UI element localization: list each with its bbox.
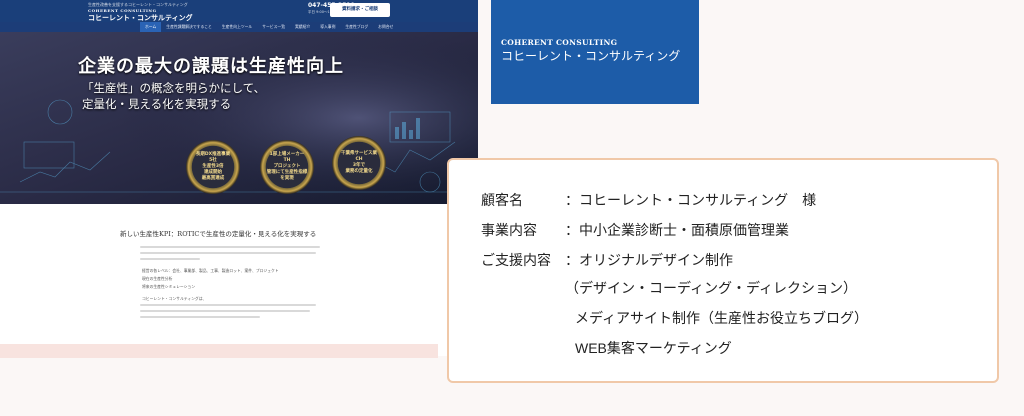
badge-text: 業務の定量化 xyxy=(345,168,373,174)
logo-card-en: COHERENT CONSULTING xyxy=(501,38,618,47)
text-line xyxy=(140,304,316,306)
support-label: ご支援内容 xyxy=(481,252,551,268)
support-value: メディアサイト制作（生産性お役立ちブログ） xyxy=(575,310,869,326)
achievement-badge: 千葉県サービス業 CH 3年で 業務の定量化 xyxy=(332,136,386,190)
content-heading: 新しい生産性KPI：ROTICで生産性の定量化・見える化を実現する xyxy=(120,230,317,238)
contact-button[interactable]: 資料請求・ご相談 xyxy=(330,3,390,17)
text-line xyxy=(140,252,316,254)
client-value: コヒーレント・コンサルティング 様 xyxy=(579,192,817,208)
nav-item[interactable]: お問合せ xyxy=(373,22,398,32)
client-label: 顧客名 xyxy=(481,192,523,208)
hero-subtitle-2: 定量化・見える化を実現する xyxy=(82,97,232,111)
site-nav: ホーム 生産性課題解決ですること 生産性向上ツール サービス一覧 実績紹介 導入… xyxy=(0,22,478,32)
site-tagline: 生産性改善を支援するコヒーレント・コンサルティング xyxy=(88,2,188,7)
content-footer-text: コヒーレント・コンサルティングは、 xyxy=(142,296,207,301)
project-info-box: 顧客名 ： コヒーレント・コンサルティング 様 事業内容 ： 中小企業診断士・面… xyxy=(447,158,999,383)
nav-item-home[interactable]: ホーム xyxy=(140,22,162,32)
support-value: WEB集客マーケティング xyxy=(575,340,732,356)
site-footer-strip xyxy=(0,344,438,358)
colon: ： xyxy=(565,222,579,238)
nav-item[interactable]: 導入事例 xyxy=(315,22,340,32)
nav-item[interactable]: サービス一覧 xyxy=(257,22,290,32)
achievement-badge: 長期DX推進事業 5社 生産性3倍 達成開始 最高賞達成 xyxy=(186,140,240,194)
hero-subtitle: 「生産性」の概念を明らかにして、 xyxy=(82,81,266,95)
nav-item[interactable]: 実績紹介 xyxy=(290,22,315,32)
nav-item[interactable]: 生産性ブログ xyxy=(340,22,373,32)
text-line xyxy=(140,316,260,318)
site-logo[interactable]: 生産性改善を支援するコヒーレント・コンサルティング COHERENT CONSU… xyxy=(88,2,193,23)
logo-card-jp: コヒーレント・コンサルティング xyxy=(501,49,681,63)
colon: ： xyxy=(565,252,579,268)
support-value: （デザイン・コーディング・ディレクション） xyxy=(565,280,858,296)
text-line xyxy=(140,246,320,248)
hero-banner: 企業の最大の課題は生産性向上 「生産性」の概念を明らかにして、 定量化・見える化… xyxy=(0,32,478,204)
text-line xyxy=(140,258,200,260)
support-value: オリジナルデザイン制作 xyxy=(579,252,733,268)
hero-title: 企業の最大の課題は生産性向上 xyxy=(78,56,344,77)
logo-card: COHERENT CONSULTING コヒーレント・コンサルティング xyxy=(491,0,699,104)
business-label: 事業内容 xyxy=(481,222,537,238)
content-bullet: 現在の生産性分析 xyxy=(142,276,173,281)
text-line xyxy=(140,310,310,312)
colon: ： xyxy=(565,192,579,208)
achievement-badge: 1部上場メーカー TH プロジェクト 管理にて生産性指標 を実現 xyxy=(260,140,314,194)
badge-text: 最高賞達成 xyxy=(201,175,225,181)
badge-text: を実現 xyxy=(280,175,294,181)
website-screenshot: 生産性改善を支援するコヒーレント・コンサルティング COHERENT CONSU… xyxy=(0,0,478,356)
nav-item[interactable]: 生産性向上ツール xyxy=(217,22,257,32)
content-bullet: 将来の生産性シミュレーション xyxy=(142,284,196,289)
business-value: 中小企業診断士・面積原価管理業 xyxy=(579,222,789,238)
content-bullet: 経営の各レベル：会社、事業部、製品、工事、製造ロット、案件、プロジェクト xyxy=(142,268,279,273)
site-header: 生産性改善を支援するコヒーレント・コンサルティング COHERENT CONSU… xyxy=(0,0,478,22)
nav-item[interactable]: 生産性課題解決ですること xyxy=(161,22,217,32)
